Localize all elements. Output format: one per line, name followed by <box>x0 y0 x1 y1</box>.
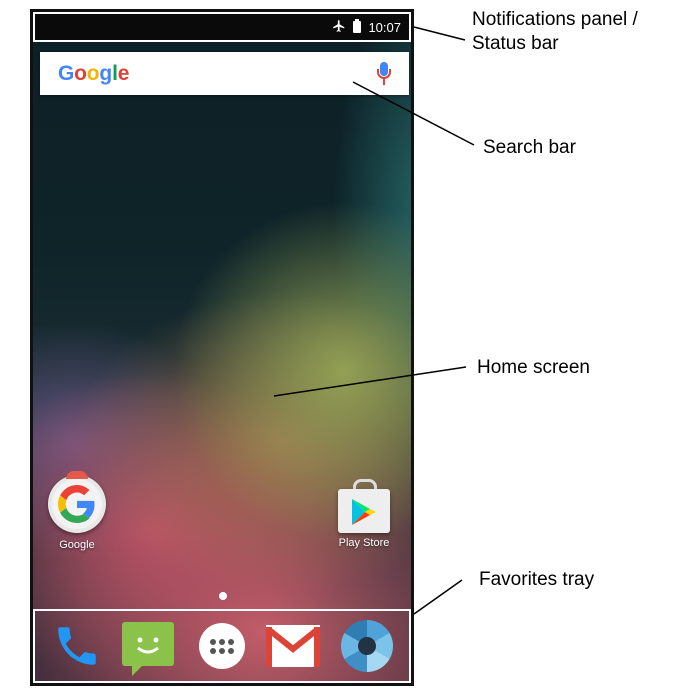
callout-status-bar: Notifications panel / Status bar <box>472 9 638 54</box>
callout-favorites-tray: Favorites tray <box>479 569 595 590</box>
callout-search-bar: Search bar <box>483 137 576 158</box>
callout-home-screen: Home screen <box>477 357 590 378</box>
